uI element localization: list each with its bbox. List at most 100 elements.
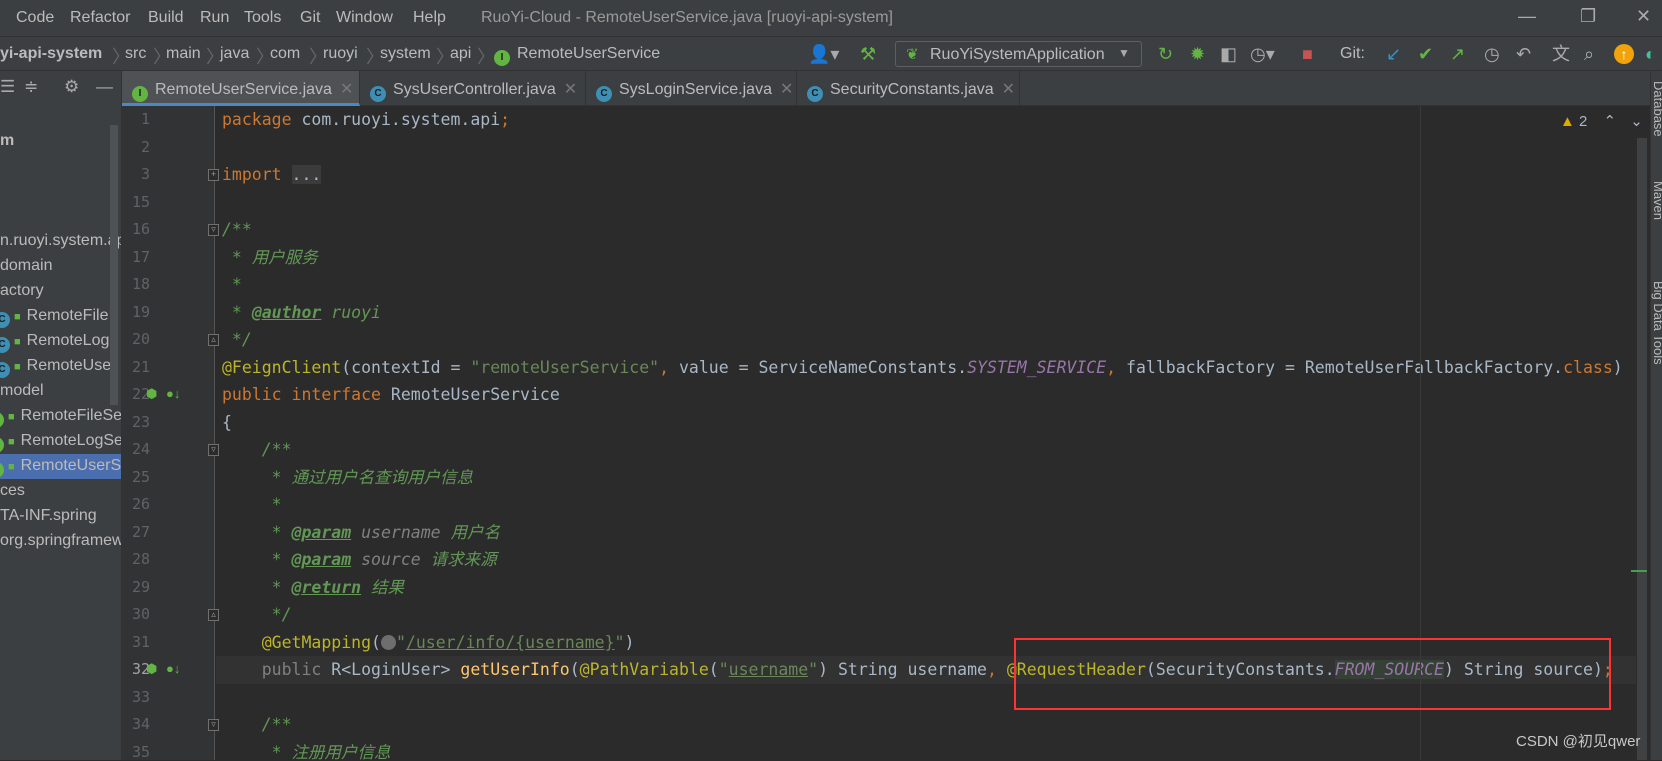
hide-panel-icon[interactable]: — xyxy=(96,77,113,97)
spring-bean-icon[interactable]: ⬢ xyxy=(146,661,157,677)
implemented-by-icon[interactable]: ●↓ xyxy=(166,661,180,676)
tree-item[interactable]: I■RemoteLogSer xyxy=(0,429,121,454)
menu-tools[interactable]: Tools xyxy=(244,9,281,27)
close-tab-icon[interactable]: ✕ xyxy=(564,81,577,98)
menu-help[interactable]: Help xyxy=(413,9,446,27)
build-hammer-icon[interactable]: ⚒ xyxy=(860,44,876,64)
close-tab-icon[interactable]: ✕ xyxy=(1002,81,1015,98)
plugin-icon[interactable]: ◐ xyxy=(1645,44,1656,64)
code-line[interactable]: /** xyxy=(216,216,1636,244)
profile-icon[interactable]: ◷▾ xyxy=(1250,44,1275,64)
search-icon[interactable]: ⌕ xyxy=(1584,44,1594,64)
history-icon[interactable]: ◷ xyxy=(1484,44,1500,64)
breadcrumb-ruoyi[interactable]: ruoyi xyxy=(323,45,358,63)
code-line[interactable]: @FeignClient(contextId = "remoteUserServ… xyxy=(216,354,1636,382)
close-window-icon[interactable]: ✕ xyxy=(1636,6,1651,27)
menu-window[interactable]: Window xyxy=(336,9,393,27)
spring-bean-icon[interactable]: ⬢ xyxy=(146,386,157,402)
debug-icon[interactable]: ✹ xyxy=(1190,44,1205,64)
tree-item[interactable]: I■RemoteUserSe xyxy=(0,454,121,479)
menu-build[interactable]: Build xyxy=(148,9,184,27)
tab-security-constants[interactable]: C SecurityConstants.java ✕ xyxy=(797,71,1020,106)
code-line[interactable]: * 通过用户名查询用户信息 xyxy=(216,464,1636,492)
code-line[interactable]: public interface RemoteUserService xyxy=(216,381,1636,409)
code-line[interactable]: * @return 结果 xyxy=(216,574,1636,602)
tree-item[interactable]: C■RemoteLog xyxy=(0,329,121,354)
minimize-icon[interactable]: — xyxy=(1518,6,1536,27)
collapse-all-icon[interactable]: ≑ xyxy=(24,77,38,97)
code-line[interactable]: * 注册用户信息 xyxy=(216,739,1636,761)
tree-item[interactable]: domain xyxy=(0,254,121,279)
code-line[interactable]: */ xyxy=(216,326,1636,354)
menu-refactor[interactable]: Refactor xyxy=(70,9,130,27)
code-line[interactable] xyxy=(216,189,1636,217)
tree-item[interactable]: I■RemoteFileSer xyxy=(0,404,121,429)
menu-code[interactable]: Code xyxy=(16,9,54,27)
implemented-by-icon[interactable]: ●↓ xyxy=(166,386,180,401)
translate-icon[interactable]: 文 xyxy=(1552,44,1570,64)
collapse-fold-icon[interactable]: ▵ xyxy=(208,609,219,621)
rerun-icon[interactable]: ↻ xyxy=(1158,44,1173,64)
tab-sys-login-service[interactable]: C SysLoginService.java ✕ xyxy=(586,71,797,106)
tool-big-data-tools[interactable]: Big Data Tools xyxy=(1651,281,1662,365)
code-line[interactable]: * @param source 请求来源 xyxy=(216,546,1636,574)
tree-item[interactable]: n.ruoyi.system.ap xyxy=(0,229,121,254)
collapse-fold-icon[interactable]: ▿ xyxy=(208,224,219,236)
tree-item[interactable]: actory xyxy=(0,279,121,304)
gear-icon[interactable]: ⚙ xyxy=(64,77,79,97)
breadcrumb-java[interactable]: java xyxy=(220,45,249,63)
user-icon[interactable]: 👤▾ xyxy=(808,44,839,64)
code-line[interactable] xyxy=(216,134,1636,162)
tree-item[interactable]: C■RemoteUse xyxy=(0,354,121,379)
code-line[interactable]: * @author ruoyi xyxy=(216,299,1636,327)
breadcrumb-src[interactable]: src xyxy=(125,45,146,63)
code-line[interactable]: /** xyxy=(216,436,1636,464)
restore-icon[interactable]: ❐ xyxy=(1580,6,1596,27)
breadcrumb-main[interactable]: main xyxy=(166,45,201,63)
menu-run[interactable]: Run xyxy=(200,9,229,27)
collapse-fold-icon[interactable]: ▿ xyxy=(208,719,219,731)
menu-git[interactable]: Git xyxy=(300,9,320,27)
code-line[interactable]: { xyxy=(216,409,1636,437)
previous-highlight-icon[interactable]: ⌃ xyxy=(1604,113,1617,130)
git-push-icon[interactable]: ↗ xyxy=(1450,44,1465,64)
expand-fold-icon[interactable]: + xyxy=(208,169,219,181)
git-update-icon[interactable]: ↙ xyxy=(1386,44,1401,64)
tree-item[interactable]: TA-INF.spring xyxy=(0,504,121,529)
tree-item[interactable]: org.springframew xyxy=(0,529,121,554)
tree-item[interactable]: ces xyxy=(0,479,121,504)
rollback-icon[interactable]: ↶ xyxy=(1516,44,1531,64)
inspection-widget[interactable]: ▲ 2 ⌃ ⌄ xyxy=(1560,112,1643,130)
breadcrumb-module[interactable]: yi-api-system xyxy=(0,45,102,63)
project-scrollbar[interactable] xyxy=(110,125,118,405)
code-line[interactable]: * xyxy=(216,271,1636,299)
breadcrumb-class[interactable]: I RemoteUserService xyxy=(494,45,660,66)
code-line[interactable]: */ xyxy=(216,601,1636,629)
run-configuration-select[interactable]: ❦ RuoYiSystemApplication ▼ xyxy=(895,41,1142,67)
tab-remote-user-service[interactable]: I RemoteUserService.java ✕ xyxy=(122,71,360,106)
code-line[interactable]: * xyxy=(216,491,1636,519)
stop-icon[interactable]: ■ xyxy=(1302,44,1313,64)
collapse-fold-icon[interactable]: ▿ xyxy=(208,444,219,456)
tree-item[interactable]: m xyxy=(0,129,121,154)
breadcrumb-com[interactable]: com xyxy=(270,45,300,63)
update-icon[interactable]: ↑ xyxy=(1614,44,1634,64)
tree-item[interactable]: model xyxy=(0,379,121,404)
tree-item[interactable]: C■RemoteFileI xyxy=(0,304,121,329)
close-tab-icon[interactable]: ✕ xyxy=(780,81,793,98)
code-line[interactable]: package com.ruoyi.system.api; xyxy=(216,106,1636,134)
code-line[interactable]: * @param username 用户名 xyxy=(216,519,1636,547)
tool-database[interactable]: Database xyxy=(1651,81,1662,137)
breadcrumb-api[interactable]: api xyxy=(450,45,471,63)
code-line[interactable]: * 用户服务 xyxy=(216,244,1636,272)
code-line[interactable]: import ... xyxy=(216,161,1636,189)
next-highlight-icon[interactable]: ⌄ xyxy=(1630,113,1643,130)
tool-maven[interactable]: Maven xyxy=(1651,181,1662,220)
editor-scrollbar[interactable] xyxy=(1631,138,1647,760)
coverage-icon[interactable]: ◧ xyxy=(1220,44,1237,64)
breadcrumb-system[interactable]: system xyxy=(380,45,431,63)
code-line[interactable]: /** xyxy=(216,711,1636,739)
tab-sys-user-controller[interactable]: C SysUserController.java ✕ xyxy=(360,71,586,106)
expand-all-icon[interactable]: ☰ xyxy=(0,77,15,97)
git-commit-icon[interactable]: ✔ xyxy=(1418,44,1433,64)
